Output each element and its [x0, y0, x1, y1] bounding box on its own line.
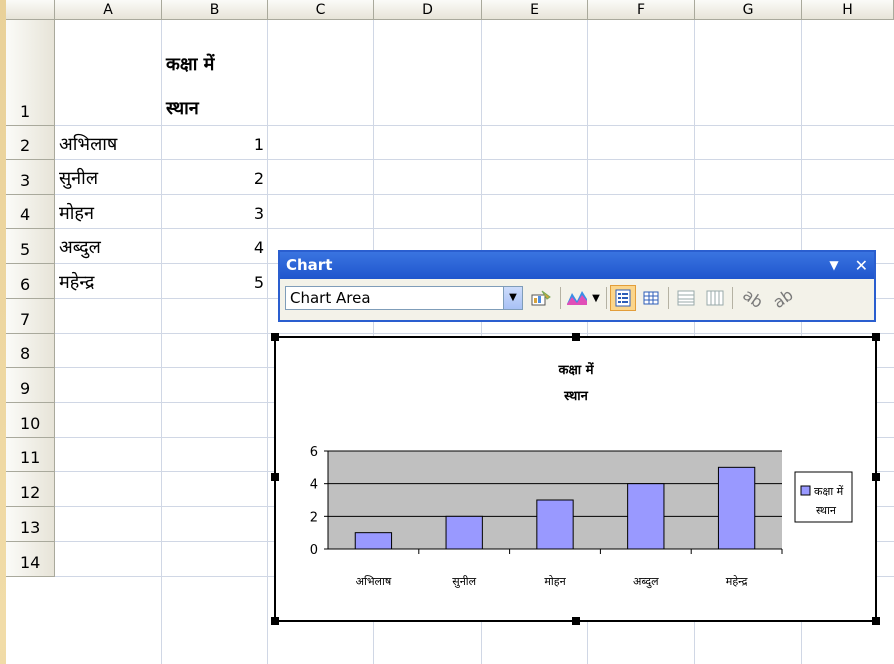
legend-label-line2: स्थान — [816, 504, 837, 517]
cell-b6[interactable]: 5 — [166, 273, 264, 292]
x-tick-label: अब्दुल — [633, 575, 659, 589]
close-icon[interactable]: ✕ — [855, 252, 868, 279]
cell-a6[interactable]: महेन्द्र — [59, 270, 94, 294]
bar — [627, 483, 665, 550]
cell-b5[interactable]: 4 — [166, 238, 264, 257]
col-header-d[interactable]: D — [374, 0, 482, 20]
row-header-7[interactable]: 7 — [6, 299, 55, 334]
chart-objects-value: Chart Area — [290, 289, 371, 307]
row-header-11[interactable]: 11 — [6, 438, 55, 472]
cell-b4[interactable]: 3 — [166, 204, 264, 223]
chart-svg: कक्षा में स्थान 0 2 4 6 अभिलाष सुनील मोहन अब्दु… — [310, 362, 853, 589]
y-tick-label: 2 — [310, 510, 318, 525]
row-header-10[interactable]: 10 — [6, 403, 55, 438]
cell-a3[interactable]: सुनील — [59, 166, 98, 190]
by-column-icon[interactable] — [702, 285, 728, 311]
col-header-g[interactable]: G — [695, 0, 802, 20]
row-header-6[interactable]: 6 — [6, 264, 55, 299]
x-tick-label: महेन्द्र — [726, 575, 748, 588]
bar — [717, 466, 756, 550]
chart-type-icon[interactable] — [564, 285, 590, 311]
cell-a4[interactable]: मोहन — [59, 201, 94, 225]
chart-toolbar-titlebar[interactable]: Chart ▼ ✕ — [280, 252, 874, 279]
row-header-3[interactable]: 3 — [6, 160, 55, 195]
cell-b1-line1[interactable]: कक्षा में — [166, 52, 214, 76]
embedded-chart[interactable]: कक्षा में स्थान 0 2 4 6 अभिलाष सुनील मोहन अब्दु… — [271, 333, 880, 625]
bar — [536, 499, 574, 550]
format-chart-area-icon[interactable] — [528, 285, 554, 311]
cell-b3[interactable]: 2 — [166, 169, 264, 188]
toolbar-options-icon[interactable]: ▼ — [829, 252, 838, 279]
bar — [354, 532, 393, 550]
col-header-e[interactable]: E — [482, 0, 588, 20]
col-header-c[interactable]: C — [268, 0, 374, 20]
row-header-4[interactable]: 4 — [6, 195, 55, 229]
row-header-9[interactable]: 9 — [6, 368, 55, 403]
resize-handle-nw[interactable] — [271, 333, 279, 341]
resize-handle-w[interactable] — [271, 473, 279, 481]
x-tick-label: सुनील — [452, 575, 476, 588]
chart-legend: कक्षा में स्थान — [794, 471, 853, 523]
col-header-f[interactable]: F — [588, 0, 695, 20]
y-tick-label: 6 — [310, 445, 318, 460]
y-tick-label: 0 — [310, 543, 318, 558]
select-all-corner[interactable] — [6, 0, 55, 20]
row-header-2[interactable]: 2 — [6, 126, 55, 160]
resize-handle-se[interactable] — [872, 617, 880, 625]
col-header-b[interactable]: B — [162, 0, 268, 20]
chart-toolbar-title: Chart — [286, 256, 333, 274]
row-header-5[interactable]: 5 — [6, 229, 55, 264]
x-tick-label: अभिलाष — [356, 575, 392, 588]
row-header-1[interactable]: 1 — [6, 20, 55, 126]
data-table-icon[interactable] — [638, 285, 664, 311]
row-header-8[interactable]: 8 — [6, 334, 55, 368]
legend-swatch — [800, 485, 811, 496]
bar — [445, 515, 483, 550]
resize-handle-sw[interactable] — [271, 617, 279, 625]
legend-icon[interactable] — [610, 285, 636, 311]
col-header-a[interactable]: A — [55, 0, 162, 20]
cell-b1-line2[interactable]: स्थान — [166, 96, 199, 120]
angle-text-downward-icon[interactable]: ab — [739, 284, 766, 311]
by-row-icon[interactable] — [673, 285, 699, 311]
chart-title-line1: कक्षा में — [558, 362, 595, 378]
chart-title-line2: स्थान — [563, 389, 588, 404]
resize-handle-e[interactable] — [872, 473, 880, 481]
resize-handle-n[interactable] — [572, 333, 580, 341]
angle-text-upward-icon[interactable]: ab — [769, 284, 796, 311]
col-header-h[interactable]: H — [802, 0, 894, 20]
y-tick-label: 4 — [310, 478, 318, 493]
chart-objects-dropdown[interactable]: Chart Area ▼ — [285, 286, 523, 310]
row-header-12[interactable]: 12 — [6, 472, 55, 507]
chart-type-dropdown-icon[interactable]: ▼ — [590, 285, 602, 311]
row-header-13[interactable]: 13 — [6, 507, 55, 542]
resize-handle-s[interactable] — [572, 617, 580, 625]
x-tick-label: मोहन — [544, 575, 566, 588]
resize-handle-ne[interactable] — [872, 333, 880, 341]
plot-area: 0 2 4 6 अभिलाष सुनील मोहन अब्दुल महेन्द्र — [310, 445, 783, 589]
cell-a2[interactable]: अभिलाष — [59, 132, 117, 156]
legend-label-line1: कक्षा में — [814, 485, 844, 498]
cell-a5[interactable]: अब्दुल — [59, 235, 101, 259]
chart-toolbar: Chart ▼ ✕ Chart Area ▼ ▼ ab ab — [278, 250, 876, 322]
cell-b2[interactable]: 1 — [166, 135, 264, 154]
spreadsheet: A B C D E F G H 1 2 3 4 5 6 7 8 9 10 11 … — [6, 0, 894, 664]
chevron-down-icon[interactable]: ▼ — [503, 287, 522, 309]
row-header-14[interactable]: 14 — [6, 542, 55, 577]
